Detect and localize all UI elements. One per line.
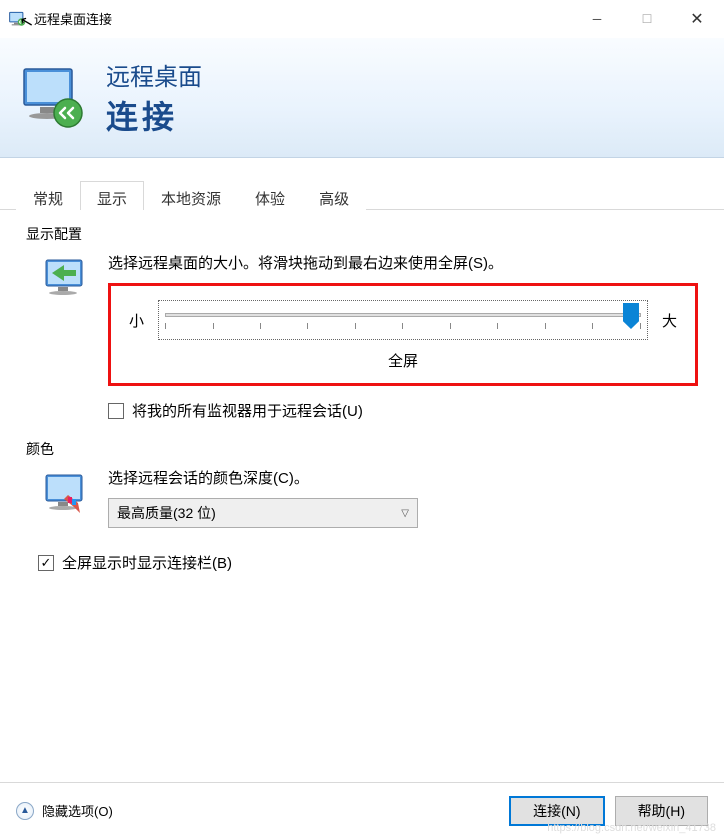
connection-bar-label: 全屏显示时显示连接栏(B) xyxy=(62,552,232,573)
display-config-title: 显示配置 xyxy=(26,224,706,244)
collapse-icon[interactable]: ▲ xyxy=(16,802,34,820)
color-icon xyxy=(42,471,90,519)
all-monitors-label: 将我的所有监视器用于远程会话(U) xyxy=(132,400,363,421)
color-title: 颜色 xyxy=(26,439,706,459)
titlebar: 远程桌面连接 ↖ ─ ☐ ✕ xyxy=(0,0,724,38)
tab-display[interactable]: 显示 xyxy=(80,181,144,210)
header-line2: 连接 xyxy=(106,92,202,138)
tab-local-resources[interactable]: 本地资源 xyxy=(144,181,238,210)
content: 显示配置 选择远程桌面的大小。将滑块拖动到最右边来使用全屏(S)。 小 xyxy=(0,210,724,583)
connect-button[interactable]: 连接(N) xyxy=(509,796,604,826)
tabs: 常规 显示 本地资源 体验 高级 xyxy=(0,158,724,210)
all-monitors-checkbox-row[interactable]: 将我的所有监视器用于远程会话(U) xyxy=(108,400,706,421)
group-color: 颜色 选择远程会话的颜色深度(C)。 最高质量(32 位) ▽ xyxy=(18,439,706,528)
display-config-icon xyxy=(42,256,90,304)
help-button[interactable]: 帮助(H) xyxy=(615,796,708,826)
connection-bar-checkbox[interactable]: ✓ xyxy=(38,555,54,571)
resolution-slider[interactable] xyxy=(158,300,648,340)
slider-min-label: 小 xyxy=(129,310,144,331)
slider-max-label: 大 xyxy=(662,310,677,331)
tab-general[interactable]: 常规 xyxy=(16,181,80,210)
slider-highlight-box: 小 大 全屏 xyxy=(108,283,698,386)
header-banner: 远程桌面 连接 xyxy=(0,38,724,158)
watermark: https://blog.csdn.net/weixin_41738 xyxy=(547,822,716,834)
tab-experience[interactable]: 体验 xyxy=(238,181,302,210)
color-depth-value: 最高质量(32 位) xyxy=(117,503,216,523)
group-display-config: 显示配置 选择远程桌面的大小。将滑块拖动到最右边来使用全屏(S)。 小 xyxy=(18,224,706,421)
tab-advanced[interactable]: 高级 xyxy=(302,181,366,210)
connection-bar-checkbox-row[interactable]: ✓ 全屏显示时显示连接栏(B) xyxy=(38,552,706,573)
window-controls: ─ ☐ ✕ xyxy=(572,2,722,36)
close-button[interactable]: ✕ xyxy=(672,2,722,36)
color-depth-dropdown[interactable]: 最高质量(32 位) ▽ xyxy=(108,498,418,528)
all-monitors-checkbox[interactable] xyxy=(108,403,124,419)
hide-options-link[interactable]: 隐藏选项(O) xyxy=(42,801,113,820)
window-title: 远程桌面连接 xyxy=(34,9,112,28)
maximize-button: ☐ xyxy=(622,2,672,36)
header-icon xyxy=(18,63,88,133)
slider-current-label: 全屏 xyxy=(129,350,677,371)
color-desc: 选择远程会话的颜色深度(C)。 xyxy=(108,467,706,488)
chevron-down-icon: ▽ xyxy=(401,508,409,519)
display-config-desc: 选择远程桌面的大小。将滑块拖动到最右边来使用全屏(S)。 xyxy=(108,252,706,273)
minimize-button[interactable]: ─ xyxy=(572,2,622,36)
header-line1: 远程桌面 xyxy=(106,57,202,92)
